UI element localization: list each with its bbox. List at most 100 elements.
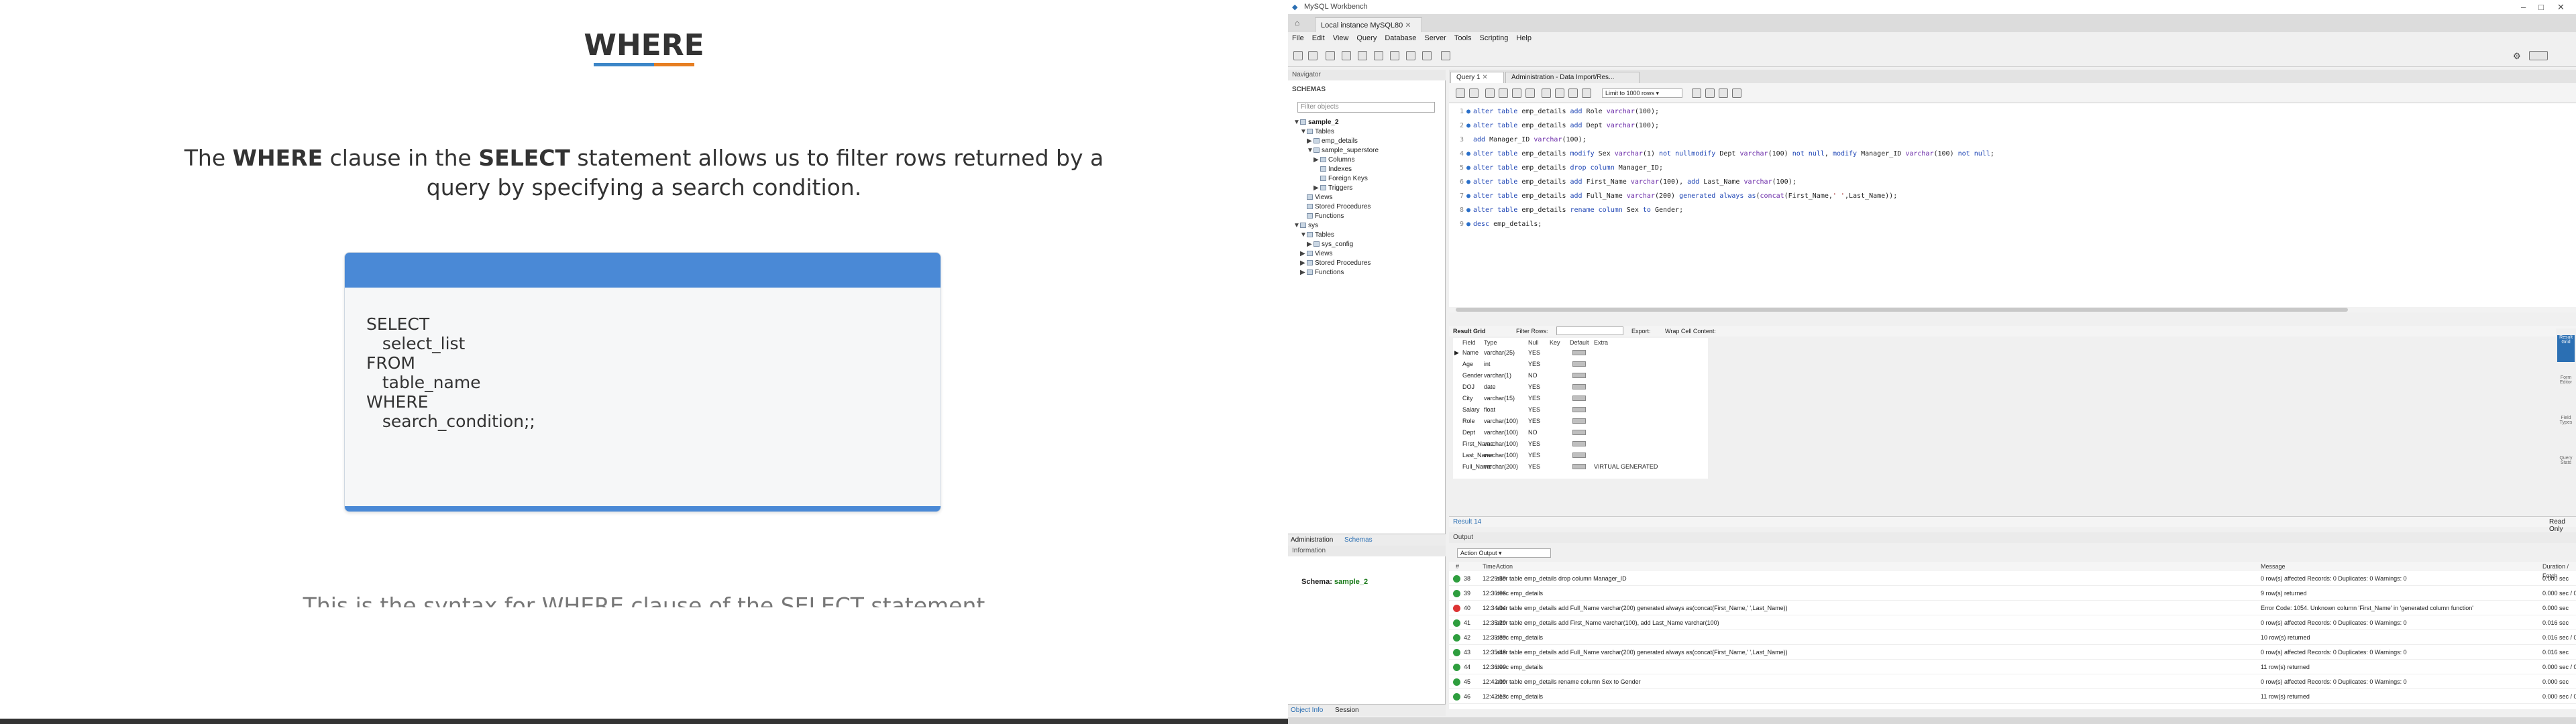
execute-current-icon[interactable] bbox=[1499, 88, 1508, 98]
result-column-header[interactable]: Null bbox=[1528, 338, 1539, 347]
connection-tab-close-icon[interactable]: ✕ bbox=[1405, 21, 1411, 29]
result-row[interactable]: Full_Name varchar(200) YES VIRTUAL GENERATE… bbox=[1453, 461, 1708, 473]
menu-tools[interactable]: Tools bbox=[1450, 32, 1476, 44]
tree-item[interactable]: Functions bbox=[1293, 212, 1441, 221]
reconnect-icon[interactable] bbox=[1441, 51, 1450, 60]
search-table-icon[interactable] bbox=[1422, 51, 1432, 60]
commit-icon[interactable] bbox=[1555, 88, 1564, 98]
close-icon[interactable]: ✕ bbox=[2557, 2, 2565, 13]
menu-help[interactable]: Help bbox=[1512, 32, 1536, 44]
tree-item[interactable]: ▶ Columns bbox=[1293, 156, 1441, 165]
execute-icon[interactable] bbox=[1485, 88, 1495, 98]
result-cell[interactable]: float bbox=[1484, 404, 1495, 416]
result-column-header[interactable]: Field bbox=[1462, 338, 1476, 347]
maximize-icon[interactable]: □ bbox=[2538, 2, 2544, 12]
find-icon[interactable] bbox=[1705, 88, 1715, 98]
result-cell[interactable]: varchar(1) bbox=[1484, 370, 1511, 381]
sql-line[interactable]: 7 ● alter table emp_details add Full_Name … bbox=[1449, 189, 1897, 203]
tree-arrow-icon[interactable]: ▼ bbox=[1300, 231, 1307, 240]
result-row[interactable]: Salary float YES bbox=[1453, 404, 1708, 416]
result-cell[interactable]: Name bbox=[1462, 347, 1479, 359]
output-row[interactable]: 45 12:42:09 alter table emp_details rename… bbox=[1449, 674, 2576, 689]
sql-line[interactable]: 4 ● alter table emp_details modify Sex var… bbox=[1449, 147, 1994, 161]
beautify-icon[interactable] bbox=[1692, 88, 1701, 98]
create-function-icon[interactable] bbox=[1406, 51, 1415, 60]
invisible-chars-icon[interactable] bbox=[1719, 88, 1728, 98]
tree-item[interactable]: Views bbox=[1293, 193, 1441, 202]
tree-item[interactable]: ▼ sample_superstore bbox=[1293, 146, 1441, 156]
sql-line[interactable]: 5 ● alter table emp_details drop column Ma… bbox=[1449, 161, 1663, 175]
sql-line[interactable]: 2 ● alter table emp_details add Dept varch… bbox=[1449, 119, 1659, 133]
result-row[interactable]: ▶ Name varchar(25) YES bbox=[1453, 347, 1708, 359]
tree-arrow-icon[interactable]: ▼ bbox=[1300, 127, 1307, 137]
output-row[interactable]: 42 12:35:39 desc emp_details 10 row(s) retu… bbox=[1449, 630, 2576, 645]
result-row[interactable]: DOJ date YES bbox=[1453, 381, 1708, 393]
result-cell[interactable]: Salary bbox=[1462, 404, 1480, 416]
menu-database[interactable]: Database bbox=[1381, 32, 1420, 44]
tree-item[interactable]: ▶ Functions bbox=[1293, 268, 1441, 278]
output-column-header[interactable]: # bbox=[1456, 562, 1459, 571]
editor-hscrollbar[interactable] bbox=[1449, 307, 2576, 312]
tree-arrow-icon[interactable]: ▶ bbox=[1313, 184, 1320, 193]
tab-session[interactable]: Session bbox=[1335, 707, 1359, 714]
tab-close-icon[interactable]: ✕ bbox=[1482, 74, 1487, 81]
menu-edit[interactable]: Edit bbox=[1308, 32, 1329, 44]
result-cell[interactable]: varchar(100) bbox=[1484, 427, 1518, 438]
scrollbar-thumb[interactable] bbox=[1456, 308, 2348, 312]
result-cell[interactable]: YES bbox=[1528, 404, 1540, 416]
limit-rows-select[interactable]: Limit to 1000 rows ▾ bbox=[1602, 88, 1682, 98]
toggle-error-icon[interactable] bbox=[1542, 88, 1551, 98]
minimize-icon[interactable]: – bbox=[2521, 2, 2526, 12]
create-procedure-icon[interactable] bbox=[1390, 51, 1399, 60]
tree-item[interactable]: ▶ Stored Procedures bbox=[1293, 259, 1441, 268]
tree-item[interactable]: ▼ sys bbox=[1293, 221, 1441, 231]
tree-item[interactable]: ▼ Tables bbox=[1293, 127, 1441, 137]
tab-administration[interactable]: Administration bbox=[1291, 536, 1333, 544]
tree-item[interactable]: ▶ sys_config bbox=[1293, 240, 1441, 249]
tab-query-1[interactable]: Query 1 ✕ bbox=[1450, 72, 1504, 83]
inspector-icon[interactable] bbox=[1326, 51, 1335, 60]
result-cell[interactable]: YES bbox=[1528, 416, 1540, 427]
result-cell[interactable]: NO bbox=[1528, 427, 1538, 438]
connection-tab[interactable]: Local instance MySQL80 ✕ bbox=[1315, 17, 1422, 32]
stop-icon[interactable] bbox=[1525, 88, 1535, 98]
result-tab[interactable]: Result 14 bbox=[1453, 518, 1481, 526]
new-sql-tab-icon[interactable] bbox=[1293, 51, 1303, 60]
result-cell[interactable]: Age bbox=[1462, 359, 1473, 370]
tree-arrow-icon[interactable]: ▶ bbox=[1307, 137, 1313, 146]
output-column-header[interactable]: Message bbox=[2261, 562, 2286, 571]
open-sql-icon[interactable] bbox=[1308, 51, 1318, 60]
result-cell[interactable]: varchar(100) bbox=[1484, 438, 1518, 450]
tree-item[interactable]: Foreign Keys bbox=[1293, 174, 1441, 184]
sql-line[interactable]: 1 ● alter table emp_details add Role varch… bbox=[1449, 105, 1659, 119]
create-schema-icon[interactable] bbox=[1342, 51, 1351, 60]
result-row[interactable]: Dept varchar(100) NO bbox=[1453, 427, 1708, 438]
side-query-stats-button[interactable]: Query Stats bbox=[2557, 456, 2575, 483]
tree-item[interactable]: Indexes bbox=[1293, 165, 1441, 174]
result-cell[interactable]: YES bbox=[1528, 461, 1540, 473]
result-row[interactable]: Age int YES bbox=[1453, 359, 1708, 370]
tree-arrow-icon[interactable]: ▶ bbox=[1307, 240, 1313, 249]
tree-arrow-icon[interactable]: ▼ bbox=[1307, 146, 1313, 156]
side-field-types-button[interactable]: Field Types bbox=[2557, 416, 2575, 442]
result-column-header[interactable]: Default bbox=[1570, 338, 1589, 347]
result-row[interactable]: First_Name varchar(100) YES bbox=[1453, 438, 1708, 450]
output-row[interactable]: 38 12:29:59 alter table emp_details drop c… bbox=[1449, 571, 2576, 586]
wrap-icon[interactable] bbox=[1732, 88, 1741, 98]
result-cell[interactable]: YES bbox=[1528, 438, 1540, 450]
menu-file[interactable]: File bbox=[1288, 32, 1308, 44]
result-cell[interactable]: City bbox=[1462, 393, 1473, 404]
sql-line[interactable]: 8 ● alter table emp_details rename column … bbox=[1449, 203, 1683, 217]
settings-icon[interactable]: ⚙ bbox=[2513, 51, 2521, 62]
layout-toggle-icon[interactable] bbox=[2529, 51, 2548, 60]
sql-line[interactable]: 6 ● alter table emp_details add First_Name… bbox=[1449, 175, 1796, 189]
tree-item[interactable]: ▶ Views bbox=[1293, 249, 1441, 259]
output-row[interactable]: 44 12:36:00 desc emp_details 11 row(s) retu… bbox=[1449, 660, 2576, 674]
output-row[interactable]: 41 12:35:29 alter table emp_details add Fi… bbox=[1449, 615, 2576, 630]
sql-line[interactable]: 9 ● desc emp_details; bbox=[1449, 217, 1542, 231]
menu-server[interactable]: Server bbox=[1420, 32, 1450, 44]
result-row[interactable]: Role varchar(100) YES bbox=[1453, 416, 1708, 427]
result-row[interactable]: Gender varchar(1) NO bbox=[1453, 370, 1708, 381]
menu-scripting[interactable]: Scripting bbox=[1476, 32, 1513, 44]
sql-line[interactable]: 3 add Manager_ID varchar(100); bbox=[1449, 133, 1587, 147]
